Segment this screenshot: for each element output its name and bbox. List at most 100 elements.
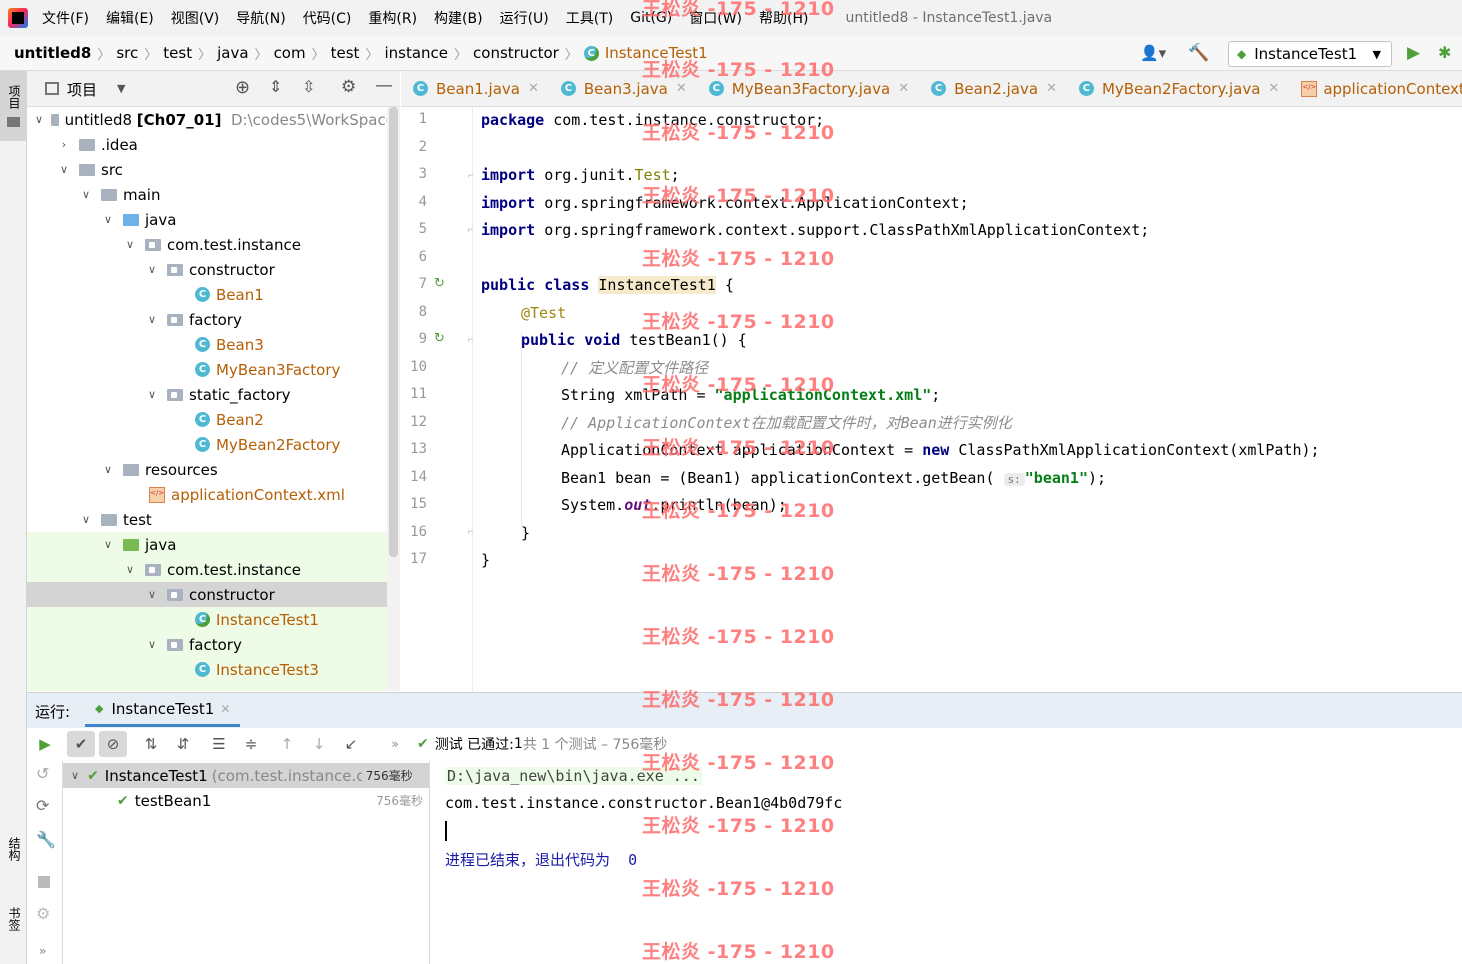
tree-item-root[interactable]: ∨ untitled8 [Ch07_01] D:\codes5\WorkSpac… — [27, 107, 387, 132]
tree-item-label: .idea — [101, 135, 138, 154]
collapse-all-icon[interactable]: ≑ — [237, 731, 265, 757]
stop-icon[interactable] — [38, 876, 50, 888]
vcs-user-icon[interactable]: 👤▾ — [1140, 44, 1166, 62]
arrow-up-icon[interactable]: ↑ — [273, 731, 301, 757]
menu-git[interactable]: Git(G) — [630, 10, 672, 26]
breadcrumb-constructor[interactable]: constructor — [473, 44, 559, 62]
toggle-auto-test-icon[interactable]: ⟳ — [36, 796, 49, 815]
sort-alpha-icon[interactable]: ⇅ — [137, 731, 165, 757]
tree-item-main[interactable]: ∨ main — [27, 182, 387, 207]
build-hammer-icon[interactable]: 🔨 — [1188, 43, 1209, 63]
test-root-row[interactable]: ∨ ✔ InstanceTest1 (com.test.instance.cc … — [63, 763, 429, 788]
tree-item-test-package[interactable]: ∨ com.test.instance — [27, 557, 387, 582]
tree-item-mybean2factory[interactable]: C MyBean2Factory — [27, 432, 387, 457]
menu-navigate[interactable]: 导航(N) — [236, 8, 285, 28]
tree-item-bean1[interactable]: C Bean1 — [27, 282, 387, 307]
tree-item-constructor[interactable]: ∨ constructor — [27, 257, 387, 282]
check-icon: ✔ — [87, 767, 99, 784]
sort-duration-icon[interactable]: ⇵ — [169, 731, 197, 757]
tab-bean1[interactable]: C Bean1.java ✕ — [401, 71, 549, 106]
tab-bean2[interactable]: C Bean2.java ✕ — [919, 71, 1067, 106]
menu-edit[interactable]: 编辑(E) — [106, 8, 154, 28]
tab-mybean2factory[interactable]: C MyBean2Factory.java ✕ — [1067, 71, 1289, 106]
run-test-gutter-icon[interactable]: ↻ — [434, 276, 450, 292]
debug-icon[interactable]: ✱ — [1438, 43, 1451, 62]
structure-tool-label[interactable]: 结构 — [6, 837, 23, 861]
menu-help[interactable]: 帮助(H) — [759, 8, 808, 28]
close-icon[interactable]: ✕ — [1268, 81, 1279, 96]
menu-run[interactable]: 运行(U) — [500, 8, 549, 28]
breadcrumb-file[interactable]: InstanceTest1 — [605, 44, 708, 62]
run-config-select[interactable]: ◆ InstanceTest1 ▼ — [1228, 41, 1392, 67]
tree-item-test-java[interactable]: ∨ java — [27, 532, 387, 557]
tree-item-resources[interactable]: ∨ resources — [27, 457, 387, 482]
breadcrumb-com[interactable]: com — [274, 44, 306, 62]
breadcrumb-test-pkg[interactable]: test — [331, 44, 360, 62]
rerun-failed-icon[interactable]: ↺ — [36, 764, 49, 783]
more-icon[interactable]: » — [39, 944, 46, 958]
project-panel-title[interactable]: 项目 — [67, 79, 97, 100]
tree-item-bean3[interactable]: C Bean3 — [27, 332, 387, 357]
tree-item-src[interactable]: ∨ src — [27, 157, 387, 182]
menu-view[interactable]: 视图(V) — [171, 8, 220, 28]
hide-panel-icon[interactable]: — — [375, 75, 393, 96]
tree-item-test-constructor[interactable]: ∨ constructor — [27, 582, 387, 607]
close-icon[interactable]: ✕ — [1046, 81, 1057, 96]
menu-refactor[interactable]: 重构(R) — [368, 8, 417, 28]
menu-window[interactable]: 窗口(W) — [689, 8, 742, 28]
arrow-down-icon[interactable]: ↓ — [305, 731, 333, 757]
breadcrumb-java[interactable]: java — [217, 44, 248, 62]
tree-item-test[interactable]: ∨ test — [27, 507, 387, 532]
tree-item-idea[interactable]: › .idea — [27, 132, 387, 157]
collapse-all-icon[interactable]: ⇳ — [302, 77, 315, 96]
breadcrumb-project[interactable]: untitled8 — [14, 44, 91, 62]
show-ignored-icon[interactable]: ⊘ — [99, 731, 127, 757]
tree-item-mybean3factory[interactable]: C MyBean3Factory — [27, 357, 387, 382]
tree-item-instancetest3[interactable]: C InstanceTest3 — [27, 657, 387, 682]
run-test-gutter-icon[interactable]: ↻ — [434, 331, 450, 347]
tree-item-bean2[interactable]: C Bean2 — [27, 407, 387, 432]
breadcrumb-src[interactable]: src — [116, 44, 138, 62]
settings-icon[interactable]: ⚙ — [36, 904, 50, 923]
show-passed-icon[interactable]: ✔ — [67, 731, 95, 757]
menu-build[interactable]: 构建(B) — [434, 8, 483, 28]
wrench-icon[interactable]: 🔧 — [36, 830, 56, 849]
close-icon[interactable]: ✕ — [220, 702, 230, 716]
gear-icon[interactable]: ⚙ — [341, 77, 356, 97]
menu-code[interactable]: 代码(C) — [303, 8, 352, 28]
tab-appcontext-xml[interactable]: applicationContext.xml — [1289, 71, 1462, 106]
code-editor[interactable]: package com.test.instance.constructor; i… — [473, 107, 1462, 691]
scrollbar-thumb[interactable] — [389, 107, 398, 557]
tab-bean3[interactable]: C Bean3.java ✕ — [549, 71, 697, 106]
tree-item-static-factory[interactable]: ∨ static_factory — [27, 382, 387, 407]
expand-all-icon[interactable]: ⇕ — [269, 77, 282, 96]
close-icon[interactable]: ✕ — [898, 81, 909, 96]
close-icon[interactable]: ✕ — [676, 81, 687, 96]
tree-item-package[interactable]: ∨ com.test.instance — [27, 232, 387, 257]
import-tests-icon[interactable]: ↙ — [337, 731, 365, 757]
expand-all-icon[interactable]: ☰ — [205, 731, 233, 757]
tree-scrollbar[interactable] — [387, 107, 400, 691]
tab-mybean3factory[interactable]: C MyBean3Factory.java ✕ — [697, 71, 919, 106]
code-text: ); — [1087, 469, 1107, 487]
tree-item-java[interactable]: ∨ java — [27, 207, 387, 232]
tree-item-test-factory[interactable]: ∨ factory — [27, 632, 387, 657]
menu-file[interactable]: 文件(F) — [42, 8, 89, 28]
test-leaf-row[interactable]: ✔ testBean1 756毫秒 — [63, 788, 429, 813]
run-tab[interactable]: ◆ InstanceTest1 ✕ — [85, 693, 241, 727]
close-icon[interactable]: ✕ — [528, 81, 539, 96]
console-output[interactable]: D:\java_new\bin\java.exe ... com.test.in… — [430, 760, 1462, 964]
run-icon[interactable]: ▶ — [1407, 43, 1420, 63]
breadcrumb-test[interactable]: test — [163, 44, 192, 62]
bookmarks-tool-label[interactable]: 书签 — [6, 907, 23, 931]
breadcrumb-instance[interactable]: instance — [384, 44, 448, 62]
more-icon[interactable]: » — [381, 731, 409, 757]
tree-item-instancetest1[interactable]: C InstanceTest1 — [27, 607, 387, 632]
menu-tools[interactable]: 工具(T) — [566, 8, 613, 28]
tree-item-factory[interactable]: ∨ factory — [27, 307, 387, 332]
tree-item-appcontext-xml[interactable]: applicationContext.xml — [27, 482, 387, 507]
project-tool-label[interactable]: 项目 — [6, 85, 23, 109]
rerun-icon[interactable]: ▶ — [31, 731, 59, 757]
chevron-down-icon[interactable]: ▼ — [117, 82, 125, 95]
locate-icon[interactable]: ⊕ — [235, 77, 250, 98]
